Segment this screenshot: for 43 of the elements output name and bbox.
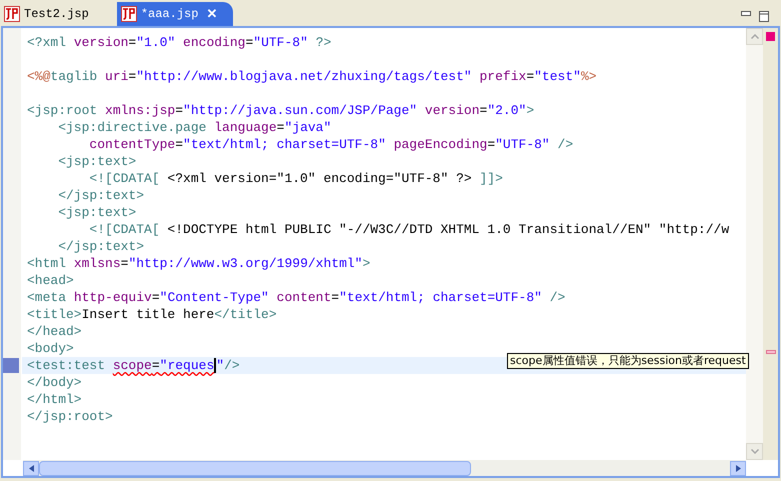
code-line: <title>Insert title here</title> — [26, 306, 277, 323]
code-line: contentType="text/html; charset=UTF-8" pageEncoding="UTF-8" /> — [88, 136, 574, 153]
tab-label: *aaa.jsp — [140, 6, 198, 23]
close-icon[interactable]: ✕ — [206, 4, 218, 24]
jsp-file-icon — [4, 6, 20, 22]
code-line: </html> — [26, 391, 82, 408]
code-line: <?xml version="1.0" encoding="UTF-8" ?> — [26, 34, 332, 51]
editor-tab[interactable]: Test2.jsp — [0, 2, 113, 26]
code-line: <![CDATA[ <!DOCTYPE html PUBLIC "-//W3C//DTD XHTML 1.0 Transitional//EN" "http://w — [88, 221, 730, 238]
error-marker — [766, 350, 776, 354]
code-line: <jsp:text> — [57, 204, 136, 221]
code-line: <jsp:directive.page language="java" — [57, 119, 332, 136]
error-indicator-icon — [766, 32, 775, 41]
scroll-up-button[interactable] — [746, 28, 763, 45]
code-line: <test:test scope="reques"/> — [26, 357, 240, 374]
chevron-up-icon — [750, 34, 758, 39]
chevron-down-icon — [750, 449, 758, 454]
scroll-right-button[interactable] — [730, 460, 746, 476]
tab-label: Test2.jsp — [24, 6, 89, 23]
editor-tab[interactable]: *aaa.jsp ✕ — [116, 2, 234, 26]
minimize-icon[interactable] — [741, 11, 751, 17]
maximize-icon[interactable] — [759, 11, 769, 22]
code-line: <body> — [26, 340, 74, 357]
code-line: <![CDATA[ <?xml version="1.0" encoding="UTF-8" ?> ]]> — [88, 170, 503, 187]
code-line: </head> — [26, 323, 82, 340]
code-line: </body> — [26, 374, 82, 391]
code-line: <jsp:root xmlns:jsp="http://java.sun.com/JSP/Page" version="2.0"> — [26, 102, 534, 119]
code-line: </jsp:text> — [57, 187, 144, 204]
code-line: <html xmlsns="http://www.w3.org/1999/xhtml"> — [26, 255, 370, 272]
code-line: <jsp:text> — [57, 153, 136, 170]
scroll-left-button[interactable] — [23, 460, 39, 476]
code-line: </jsp:text> — [57, 238, 144, 255]
right-arrow-icon — [736, 464, 740, 472]
vertical-scrollbar[interactable] — [746, 28, 763, 460]
code-line: <head> — [26, 272, 74, 289]
code-line: </jsp:root> — [26, 408, 113, 425]
horizontal-scrollbar[interactable] — [23, 460, 746, 476]
left-arrow-icon — [28, 464, 34, 472]
code-line: <%@taglib uri="http://www.blogjava.net/zhuxing/tags/test" prefix="test"%> — [26, 68, 597, 85]
jsp-file-icon — [120, 6, 137, 22]
code-line: <meta http-equiv="Content-Type" content="text/html; charset=UTF-8" /> — [26, 289, 566, 306]
scrollbar-thumb[interactable] — [39, 460, 471, 476]
error-tooltip: scope属性值错误，只能为session或者request — [507, 353, 749, 369]
